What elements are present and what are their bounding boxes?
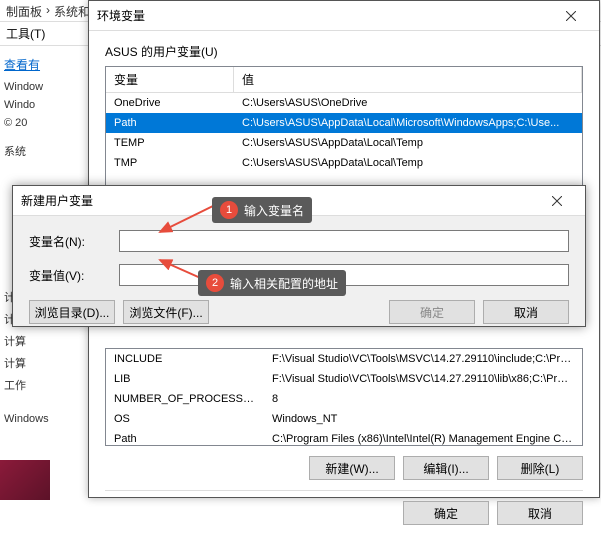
table-row[interactable]: OSWindows_NT — [106, 409, 582, 429]
table-row[interactable]: OneDriveC:\Users\ASUS\OneDrive — [106, 93, 582, 113]
table-row[interactable]: LIBF:\Visual Studio\VC\Tools\MSVC\14.27.… — [106, 369, 582, 389]
ok-button[interactable]: 确定 — [403, 501, 489, 525]
ok-button[interactable]: 确定 — [389, 300, 475, 324]
close-icon[interactable] — [551, 2, 591, 30]
user-vars-label: ASUS 的用户变量(U) — [89, 31, 599, 66]
cell-name: NUMBER_OF_PROCESSORS — [106, 391, 264, 407]
annotation-badge-1: 1 — [220, 201, 238, 219]
decorative-strip — [0, 460, 50, 500]
cell-value: C:\Users\ASUS\OneDrive — [234, 95, 582, 111]
browse-dir-button[interactable]: 浏览目录(D)... — [29, 300, 115, 324]
annotation-text-2: 输入相关配置的地址 — [230, 275, 338, 292]
edit-button[interactable]: 编辑(I)... — [403, 456, 489, 480]
cell-name: OneDrive — [106, 95, 234, 111]
cancel-button[interactable]: 取消 — [497, 501, 583, 525]
annotation-2: 2 输入相关配置的地址 — [198, 270, 346, 296]
computer-l2: 计算 — [4, 333, 78, 349]
win-label2: Windo — [4, 99, 78, 111]
cancel-button[interactable]: 取消 — [483, 300, 569, 324]
col-value[interactable]: 值 — [234, 67, 582, 92]
work-label: 工作 — [4, 377, 78, 393]
new-var-title: 新建用户变量 — [21, 192, 93, 209]
arrow-1 — [150, 200, 220, 240]
annotation-badge-2: 2 — [206, 274, 224, 292]
cell-value: C:\Users\ASUS\AppData\Local\Microsoft\Wi… — [234, 115, 582, 131]
cell-value: F:\Visual Studio\VC\Tools\MSVC\14.27.291… — [264, 371, 582, 387]
env-title: 环境变量 — [97, 7, 145, 24]
sys-btn-row: 新建(W)... 编辑(I)... 删除(L) — [89, 446, 599, 490]
table-header: 变量 值 — [106, 67, 582, 93]
close-icon[interactable] — [537, 187, 577, 215]
cell-name: OS — [106, 411, 264, 427]
menu-tools[interactable]: 工具(T) — [6, 27, 45, 41]
table-row[interactable]: TEMPC:\Users\ASUS\AppData\Local\Temp — [106, 133, 582, 153]
breadcrumb-panel[interactable]: 制面板 — [6, 3, 42, 18]
cell-name: INCLUDE — [106, 351, 264, 367]
browse-file-button[interactable]: 浏览文件(F)... — [123, 300, 209, 324]
cell-value: C:\Users\ASUS\AppData\Local\Temp — [234, 135, 582, 151]
col-name[interactable]: 变量 — [106, 67, 234, 92]
sys-label: 系统 — [4, 143, 78, 159]
user-vars-table: 变量 值 OneDriveC:\Users\ASUS\OneDrivePathC… — [105, 66, 583, 200]
chevron-right-icon: › — [46, 3, 50, 18]
windows-label: Windows — [4, 413, 78, 425]
annotation-1: 1 输入变量名 — [212, 197, 312, 223]
var-name-label: 变量名(N): — [29, 233, 109, 250]
var-value-label: 变量值(V): — [29, 267, 109, 284]
table-row[interactable]: INCLUDEF:\Visual Studio\VC\Tools\MSVC\14… — [106, 349, 582, 369]
env-titlebar: 环境变量 — [89, 1, 599, 31]
cell-value: F:\Visual Studio\VC\Tools\MSVC\14.27.291… — [264, 351, 582, 367]
see-all-link[interactable]: 查看有 — [4, 56, 78, 73]
computer-l3: 计算 — [4, 355, 78, 371]
cell-name: LIB — [106, 371, 264, 387]
cell-value: C:\Program Files (x86)\Intel\Intel(R) Ma… — [264, 431, 582, 446]
delete-button[interactable]: 删除(L) — [497, 456, 583, 480]
copyright: © 20 — [4, 117, 78, 129]
sys-vars-table: INCLUDEF:\Visual Studio\VC\Tools\MSVC\14… — [105, 348, 583, 446]
cell-value: C:\Users\ASUS\AppData\Local\Temp — [234, 155, 582, 171]
table-row[interactable]: TMPC:\Users\ASUS\AppData\Local\Temp — [106, 153, 582, 173]
cell-value: 8 — [264, 391, 582, 407]
cell-name: Path — [106, 115, 234, 131]
dialog-btn-row: 确定 取消 — [89, 491, 599, 535]
cell-name: TMP — [106, 155, 234, 171]
win-label: Window — [4, 81, 78, 93]
cell-value: Windows_NT — [264, 411, 582, 427]
annotation-text-1: 输入变量名 — [244, 202, 304, 219]
new-button[interactable]: 新建(W)... — [309, 456, 395, 480]
table-row[interactable]: PathC:\Program Files (x86)\Intel\Intel(R… — [106, 429, 582, 446]
table-row[interactable]: NUMBER_OF_PROCESSORS8 — [106, 389, 582, 409]
cell-name: TEMP — [106, 135, 234, 151]
table-row[interactable]: PathC:\Users\ASUS\AppData\Local\Microsof… — [106, 113, 582, 133]
cell-name: Path — [106, 431, 264, 446]
